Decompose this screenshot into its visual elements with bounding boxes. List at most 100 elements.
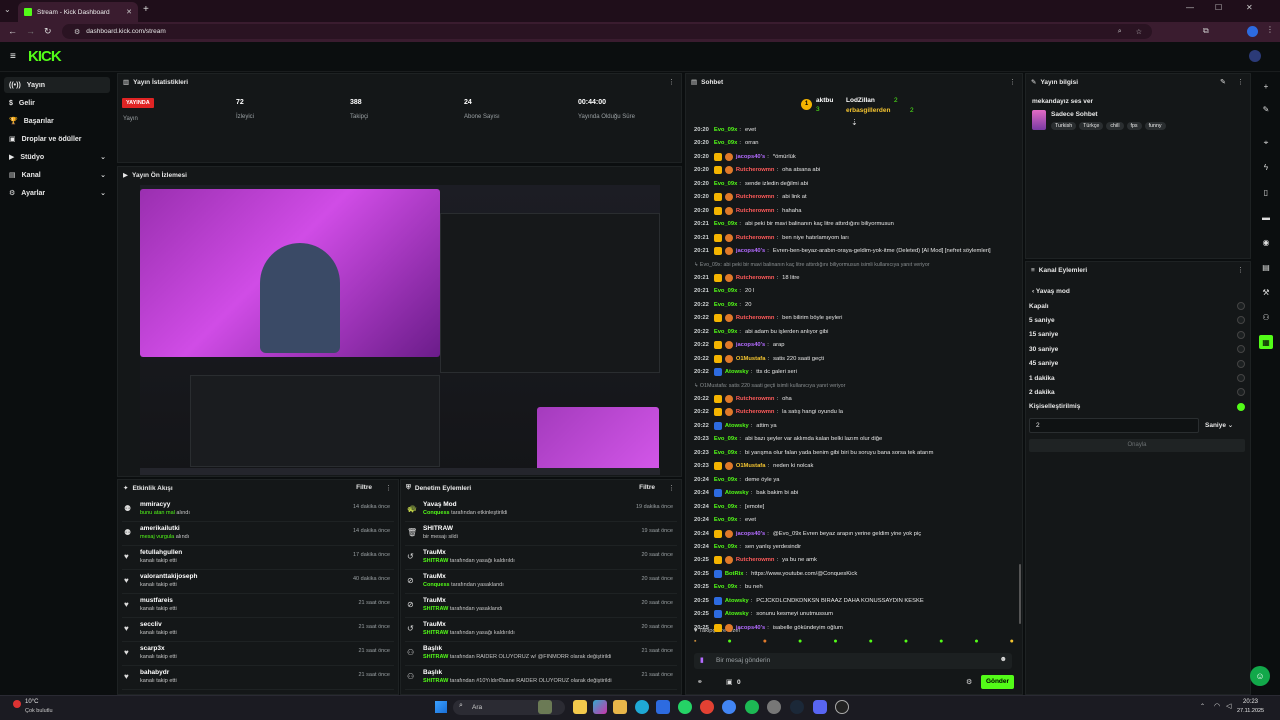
chat-username[interactable]: jacops40's: [736, 154, 765, 160]
chat-message[interactable]: 20:22 Rutcherowmn: la satış hangi oyundu l…: [694, 406, 1012, 418]
tab-menu-icon[interactable]: ⌄: [4, 5, 11, 14]
chat-message[interactable]: 20:20 Evo_09x: sende izledin değilmi abi: [694, 178, 1012, 190]
wrench-icon[interactable]: ⚒: [1259, 285, 1273, 299]
activity-row[interactable]: ♥ scarp3x kanalı takip etti 21 saat önce: [122, 642, 394, 666]
send-button[interactable]: Gönder: [981, 675, 1014, 689]
steam-icon[interactable]: [790, 700, 804, 714]
sidebar-item-kanal[interactable]: ▤ Kanal ⌄: [4, 167, 110, 183]
new-tab-icon[interactable]: +: [143, 4, 149, 15]
profile-avatar[interactable]: [1247, 26, 1258, 37]
chat-message[interactable]: 20:22 Atowsky: tts dc galeri seri: [694, 366, 1012, 378]
chat-username[interactable]: Rutcherowmn: [736, 194, 775, 200]
more-options-icon[interactable]: ⋮: [668, 484, 675, 492]
emote-icon[interactable]: ●: [728, 638, 732, 650]
moderation-row[interactable]: ⊘ TrauMx SHITRAW tarafından yasaklandı 20 s…: [405, 594, 677, 618]
emote-icon[interactable]: ●: [1010, 638, 1014, 650]
url-field[interactable]: ⚙ dashboard.kick.com/stream ⌕ ☆: [62, 24, 1152, 39]
kick-logo[interactable]: KICK: [28, 48, 62, 65]
filter-button[interactable]: Filtre: [639, 484, 655, 491]
activity-user[interactable]: seccliv: [140, 621, 162, 628]
reload-icon[interactable]: ↻: [44, 26, 52, 37]
minimize-icon[interactable]: —: [1186, 3, 1194, 12]
emote-icon[interactable]: ●: [763, 638, 767, 650]
tag[interactable]: chill: [1106, 122, 1124, 130]
emote-icon[interactable]: ▪: [694, 638, 696, 650]
chat-message[interactable]: 20:23 Evo_09x: abi bazı şeyler var aklımda…: [694, 433, 1012, 445]
more-options-icon[interactable]: ⋮: [668, 78, 675, 86]
chrome-profile-icon[interactable]: [722, 700, 736, 714]
weather-icon[interactable]: [13, 700, 21, 708]
site-info-icon[interactable]: ⚙: [74, 28, 80, 36]
kick-badge-icon[interactable]: ▦: [1259, 335, 1273, 349]
chat-username[interactable]: Evo_09x: [714, 288, 738, 294]
file-explorer-icon[interactable]: [573, 700, 587, 714]
tank-game-icon[interactable]: [538, 700, 552, 714]
chrome-icon[interactable]: [700, 700, 714, 714]
moderation-row[interactable]: ↺ TrauMx SHITRAW tarafından yasağı kaldırı…: [405, 546, 677, 570]
sidebar-item-ayarlar[interactable]: ⚙ Ayarlar ⌄: [4, 185, 110, 201]
chat-message[interactable]: 20:22 Atowsky: attim ya: [694, 420, 1012, 432]
extensions-icon[interactable]: ⧉: [1203, 26, 1209, 36]
moderation-actor[interactable]: SHITRAW: [423, 654, 448, 660]
chat-message[interactable]: 20:24 jacops40's: @Evo_09x Evren beyaz ara…: [694, 528, 1012, 540]
hamburger-menu-icon[interactable]: ≡: [10, 51, 16, 62]
activity-user[interactable]: bahabydr: [140, 669, 169, 676]
chat-message[interactable]: 20:21 Rutcherowmn: ben niye hatırlamıyom l…: [694, 232, 1012, 244]
chat-username[interactable]: Atowsky: [725, 611, 749, 617]
chat-settings-icon[interactable]: ⚙: [966, 678, 972, 686]
emote-icon[interactable]: ●: [904, 638, 908, 650]
emoji-icon[interactable]: ☻: [1000, 656, 1007, 663]
copilot-icon[interactable]: [593, 700, 607, 714]
chat-message[interactable]: 20:20 Rutcherowmn: hahaha: [694, 205, 1012, 217]
chat-username[interactable]: Rutcherowmn: [736, 557, 775, 563]
pencil-icon[interactable]: ✎: [1259, 102, 1273, 116]
activity-user[interactable]: mustfareis: [140, 597, 173, 604]
chat-username[interactable]: Evo_09x: [714, 517, 738, 523]
spotify-icon[interactable]: [745, 700, 759, 714]
emote-icon[interactable]: ●: [939, 638, 943, 650]
activity-user[interactable]: amerikailutki: [140, 525, 180, 532]
settings-app-icon[interactable]: [767, 700, 781, 714]
chat-message[interactable]: 20:24 Evo_09x: sen yanlış yerdesindir: [694, 541, 1012, 553]
chat-message[interactable]: ↳ Evo_09x: abi peki bir mavi balinanın k…: [694, 259, 1012, 271]
chat-message[interactable]: 20:22 O1Mustafa: satis 220 saati geçti: [694, 353, 1012, 365]
browser-tab[interactable]: Stream - Kick Dashboard ✕: [18, 2, 138, 22]
radio-button[interactable]: [1237, 302, 1245, 310]
chat-username[interactable]: Evo_09x: [714, 544, 738, 550]
radio-button[interactable]: [1237, 345, 1245, 354]
sidebar-item-basarilar[interactable]: 🏆 Başarılar: [4, 113, 110, 129]
emote-icon[interactable]: ●: [869, 638, 873, 650]
chat-username[interactable]: jacops40's: [736, 531, 765, 537]
slow-mode-option[interactable]: Kişiselleştirilmiş: [1029, 400, 1245, 414]
window-close-icon[interactable]: ✕: [1246, 3, 1253, 12]
moderation-actor[interactable]: SHITRAW: [423, 558, 448, 564]
chat-username[interactable]: Atowsky: [725, 598, 749, 604]
slow-mode-option[interactable]: 5 saniye: [1029, 313, 1245, 327]
chat-username[interactable]: Evo_09x: [714, 584, 738, 590]
broadcast-icon[interactable]: ◉: [1259, 235, 1273, 249]
tag[interactable]: fps: [1126, 122, 1142, 130]
chat-username[interactable]: Rutcherowmn: [736, 315, 775, 321]
moderation-row[interactable]: ⊘ TrauMx Conquess tarafından yasaklandı 20 …: [405, 570, 677, 594]
chat-input[interactable]: ▮ Bir mesaj gönderin ☻: [694, 653, 1012, 669]
tag[interactable]: Türkçe: [1079, 122, 1104, 130]
moderation-row[interactable]: 🐢 Yavaş Mod Conquess tarafından etkinleşti…: [405, 498, 677, 522]
chat-username[interactable]: Atowsky: [725, 490, 749, 496]
discord-icon[interactable]: [813, 700, 827, 714]
stream-preview-video[interactable]: [140, 185, 660, 475]
edit-icon[interactable]: ✎: [1220, 78, 1226, 86]
moderation-row[interactable]: ⚇ Başlık SHITRAW tarafından RAIDER OLUYORU…: [405, 642, 677, 666]
chat-username[interactable]: Evo_09x: [714, 436, 738, 442]
more-options-icon[interactable]: ⋮: [1009, 78, 1016, 86]
slow-mode-back[interactable]: ‹ Yavaş mod: [1032, 288, 1070, 295]
chat-message[interactable]: 20:20 Rutcherowmn: abi link at: [694, 191, 1012, 203]
chat-scrollbar[interactable]: [1019, 564, 1021, 624]
emote-icon[interactable]: ●: [974, 638, 978, 650]
browser-menu-icon[interactable]: ⋮: [1266, 25, 1274, 34]
chat-message[interactable]: 20:22 Rutcherowmn: ben bilirim böyle şeyle…: [694, 312, 1012, 324]
tag[interactable]: funny: [1144, 122, 1166, 130]
chat-username[interactable]: Rutcherowmn: [736, 396, 775, 402]
volume-icon[interactable]: ◁: [1226, 702, 1231, 710]
users-icon[interactable]: ⚇: [1259, 310, 1273, 324]
chat-message[interactable]: ↳ O1Mustafa: satis 220 saati geçti isiml…: [694, 380, 1012, 392]
